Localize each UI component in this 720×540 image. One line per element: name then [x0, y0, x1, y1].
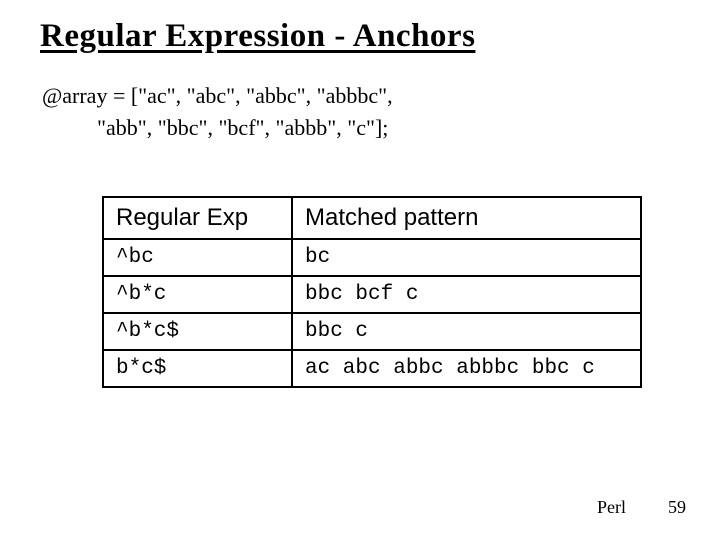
cell-regex: b*c$	[103, 350, 292, 387]
header-matched: Matched pattern	[292, 197, 641, 239]
table-row: ^bc bc	[103, 239, 641, 276]
regex-table: Regular Exp Matched pattern ^bc bc ^b*c …	[102, 196, 642, 388]
code-line-2: "abb", "bbc", "bcf", "abbb", "c"];	[42, 115, 388, 140]
cell-matched: ac abc abbc abbbc bbc c	[292, 350, 641, 387]
header-regex: Regular Exp	[103, 197, 292, 239]
cell-regex: ^b*c	[103, 276, 292, 313]
cell-regex: ^bc	[103, 239, 292, 276]
table-header-row: Regular Exp Matched pattern	[103, 197, 641, 239]
table-row: ^b*c$ bbc c	[103, 313, 641, 350]
cell-matched: bc	[292, 239, 641, 276]
cell-regex: ^b*c$	[103, 313, 292, 350]
regex-table-wrap: Regular Exp Matched pattern ^bc bc ^b*c …	[102, 196, 628, 388]
page-title: Regular Expression - Anchors	[40, 18, 680, 54]
table-row: b*c$ ac abc abbc abbbc bbc c	[103, 350, 641, 387]
cell-matched: bbc c	[292, 313, 641, 350]
slide: Regular Expression - Anchors @array = ["…	[0, 0, 720, 540]
footer-label: Perl	[597, 497, 626, 518]
code-array-definition: @array = ["ac", "abc", "abbc", "abbbc", …	[42, 80, 680, 144]
table-row: ^b*c bbc bcf c	[103, 276, 641, 313]
cell-matched: bbc bcf c	[292, 276, 641, 313]
footer-page-number: 59	[668, 497, 686, 518]
code-line-1: @array = ["ac", "abc", "abbc", "abbbc",	[42, 83, 393, 108]
